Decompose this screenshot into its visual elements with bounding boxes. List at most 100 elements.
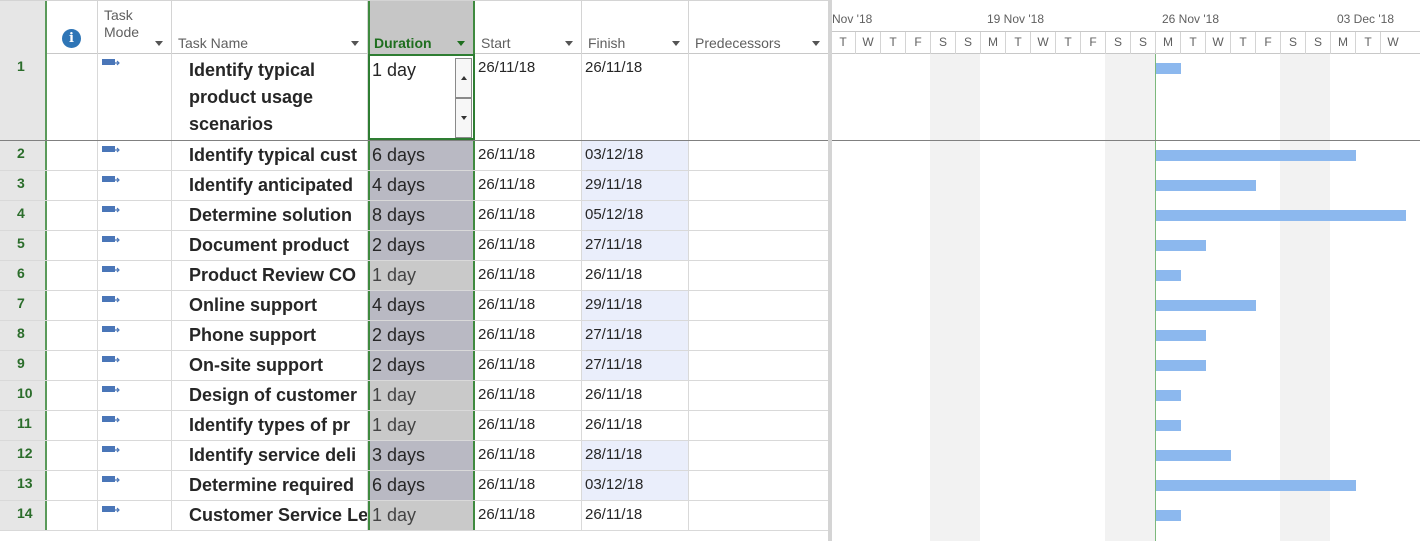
finish-cell[interactable]: 27/11/18: [582, 351, 689, 380]
select-all-corner[interactable]: [0, 1, 47, 54]
duration-spinner[interactable]: [455, 56, 473, 138]
predecessors-cell[interactable]: [689, 231, 828, 260]
start-cell[interactable]: 26/11/18: [475, 54, 582, 140]
task-name-cell[interactable]: Phone support: [172, 321, 368, 350]
chevron-down-icon[interactable]: [155, 41, 163, 46]
gantt-bar[interactable]: [1156, 330, 1206, 341]
row-id[interactable]: 2: [0, 141, 47, 170]
table-row[interactable]: 11 Identify types of pr 1 day 26/11/18 26/11…: [0, 411, 828, 441]
gantt-bar[interactable]: [1156, 480, 1356, 491]
duration-cell[interactable]: 3 days: [368, 441, 475, 470]
row-id[interactable]: 8: [0, 321, 47, 350]
start-cell[interactable]: 26/11/18: [475, 261, 582, 290]
table-row[interactable]: 7 Online support 4 days 26/11/18 29/11/18: [0, 291, 828, 321]
row-id[interactable]: 13: [0, 471, 47, 500]
task-mode-cell[interactable]: [98, 471, 172, 500]
table-row[interactable]: 2 Identify typical cust 6 days 26/11/18 03/1…: [0, 141, 828, 171]
start-cell[interactable]: 26/11/18: [475, 291, 582, 320]
chevron-down-icon[interactable]: [351, 41, 359, 46]
task-name-cell[interactable]: Determine solution: [172, 201, 368, 230]
task-name-cell[interactable]: Identify typical product usage scenarios: [172, 54, 368, 140]
row-id[interactable]: 11: [0, 411, 47, 440]
finish-cell[interactable]: 05/12/18: [582, 201, 689, 230]
table-row[interactable]: 8 Phone support 2 days 26/11/18 27/11/18: [0, 321, 828, 351]
finish-cell[interactable]: 26/11/18: [582, 54, 689, 140]
task-name-cell[interactable]: Customer Service Le: [172, 501, 368, 530]
task-name-cell[interactable]: Design of customer: [172, 381, 368, 410]
table-row[interactable]: 14 Customer Service Le 1 day 26/11/18 26/11/…: [0, 501, 828, 531]
column-header-indicators[interactable]: i: [47, 1, 98, 54]
gantt-bar[interactable]: [1156, 510, 1181, 521]
finish-cell[interactable]: 26/11/18: [582, 381, 689, 410]
duration-cell[interactable]: 1 day: [368, 381, 475, 410]
chevron-down-icon[interactable]: [565, 41, 573, 46]
gantt-bar[interactable]: [1156, 240, 1206, 251]
finish-cell[interactable]: 26/11/18: [582, 411, 689, 440]
start-cell[interactable]: 26/11/18: [475, 141, 582, 170]
column-header-duration[interactable]: Duration: [368, 1, 475, 54]
row-id[interactable]: 9: [0, 351, 47, 380]
predecessors-cell[interactable]: [689, 54, 828, 140]
finish-cell[interactable]: 03/12/18: [582, 141, 689, 170]
chevron-down-icon[interactable]: [457, 41, 465, 46]
gantt-bar[interactable]: [1156, 300, 1256, 311]
task-mode-cell[interactable]: [98, 261, 172, 290]
predecessors-cell[interactable]: [689, 321, 828, 350]
spin-down-button[interactable]: [455, 98, 472, 138]
gantt-bar[interactable]: [1156, 450, 1231, 461]
task-name-cell[interactable]: Identify typical cust: [172, 141, 368, 170]
finish-cell[interactable]: 27/11/18: [582, 321, 689, 350]
predecessors-cell[interactable]: [689, 501, 828, 530]
duration-cell[interactable]: 1 day: [368, 411, 475, 440]
task-name-cell[interactable]: Identify service deli: [172, 441, 368, 470]
duration-cell[interactable]: 1 day: [368, 501, 475, 530]
start-cell[interactable]: 26/11/18: [475, 321, 582, 350]
predecessors-cell[interactable]: [689, 201, 828, 230]
start-cell[interactable]: 26/11/18: [475, 501, 582, 530]
duration-cell[interactable]: 2 days: [368, 351, 475, 380]
task-name-cell[interactable]: Product Review CO: [172, 261, 368, 290]
task-mode-cell[interactable]: [98, 231, 172, 260]
start-cell[interactable]: 26/11/18: [475, 231, 582, 260]
gantt-bar[interactable]: [1156, 210, 1406, 221]
predecessors-cell[interactable]: [689, 381, 828, 410]
gantt-bar[interactable]: [1156, 150, 1356, 161]
table-row[interactable]: 13 Determine required 6 days 26/11/18 03/12/…: [0, 471, 828, 501]
task-name-cell[interactable]: Identify types of pr: [172, 411, 368, 440]
duration-cell[interactable]: 4 days: [368, 171, 475, 200]
start-cell[interactable]: 26/11/18: [475, 441, 582, 470]
finish-cell[interactable]: 27/11/18: [582, 231, 689, 260]
start-cell[interactable]: 26/11/18: [475, 381, 582, 410]
duration-cell[interactable]: 6 days: [368, 141, 475, 170]
predecessors-cell[interactable]: [689, 141, 828, 170]
task-mode-cell[interactable]: [98, 54, 172, 140]
table-row[interactable]: 6 Product Review CO 1 day 26/11/18 26/11/18: [0, 261, 828, 291]
table-row[interactable]: 4 Determine solution 8 days 26/11/18 05/12/1…: [0, 201, 828, 231]
gantt-bar[interactable]: [1156, 420, 1181, 431]
row-id[interactable]: 12: [0, 441, 47, 470]
predecessors-cell[interactable]: [689, 471, 828, 500]
chevron-down-icon[interactable]: [812, 41, 820, 46]
row-id[interactable]: 4: [0, 201, 47, 230]
duration-cell[interactable]: 1 day: [368, 54, 475, 140]
predecessors-cell[interactable]: [689, 411, 828, 440]
task-mode-cell[interactable]: [98, 321, 172, 350]
table-row[interactable]: 5 Document product 2 days 26/11/18 27/11/18: [0, 231, 828, 261]
table-row[interactable]: 3 Identify anticipated 4 days 26/11/18 29/11…: [0, 171, 828, 201]
row-id[interactable]: 1: [0, 54, 47, 140]
task-mode-cell[interactable]: [98, 171, 172, 200]
gantt-bar[interactable]: [1156, 63, 1181, 74]
row-id[interactable]: 6: [0, 261, 47, 290]
task-name-cell[interactable]: Document product: [172, 231, 368, 260]
predecessors-cell[interactable]: [689, 441, 828, 470]
gantt-bar[interactable]: [1156, 270, 1181, 281]
column-header-predecessors[interactable]: Predecessors: [689, 1, 828, 54]
table-row[interactable]: 12 Identify service deli 3 days 26/11/18 28/…: [0, 441, 828, 471]
duration-cell[interactable]: 6 days: [368, 471, 475, 500]
task-mode-cell[interactable]: [98, 201, 172, 230]
finish-cell[interactable]: 28/11/18: [582, 441, 689, 470]
predecessors-cell[interactable]: [689, 291, 828, 320]
duration-cell[interactable]: 8 days: [368, 201, 475, 230]
duration-cell[interactable]: 2 days: [368, 231, 475, 260]
finish-cell[interactable]: 29/11/18: [582, 291, 689, 320]
